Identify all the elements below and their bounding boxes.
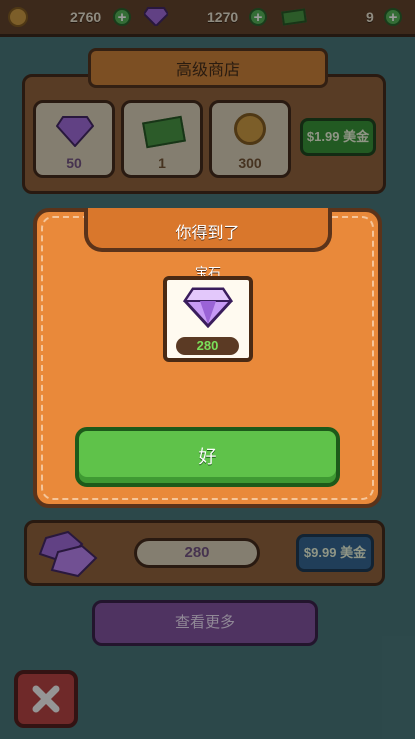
ok-button-label: 好 — [198, 447, 217, 467]
reward-item-quantity: 280 — [176, 337, 239, 355]
gem-icon — [183, 286, 233, 333]
reward-dialog-title: 你得到了 — [175, 225, 240, 242]
